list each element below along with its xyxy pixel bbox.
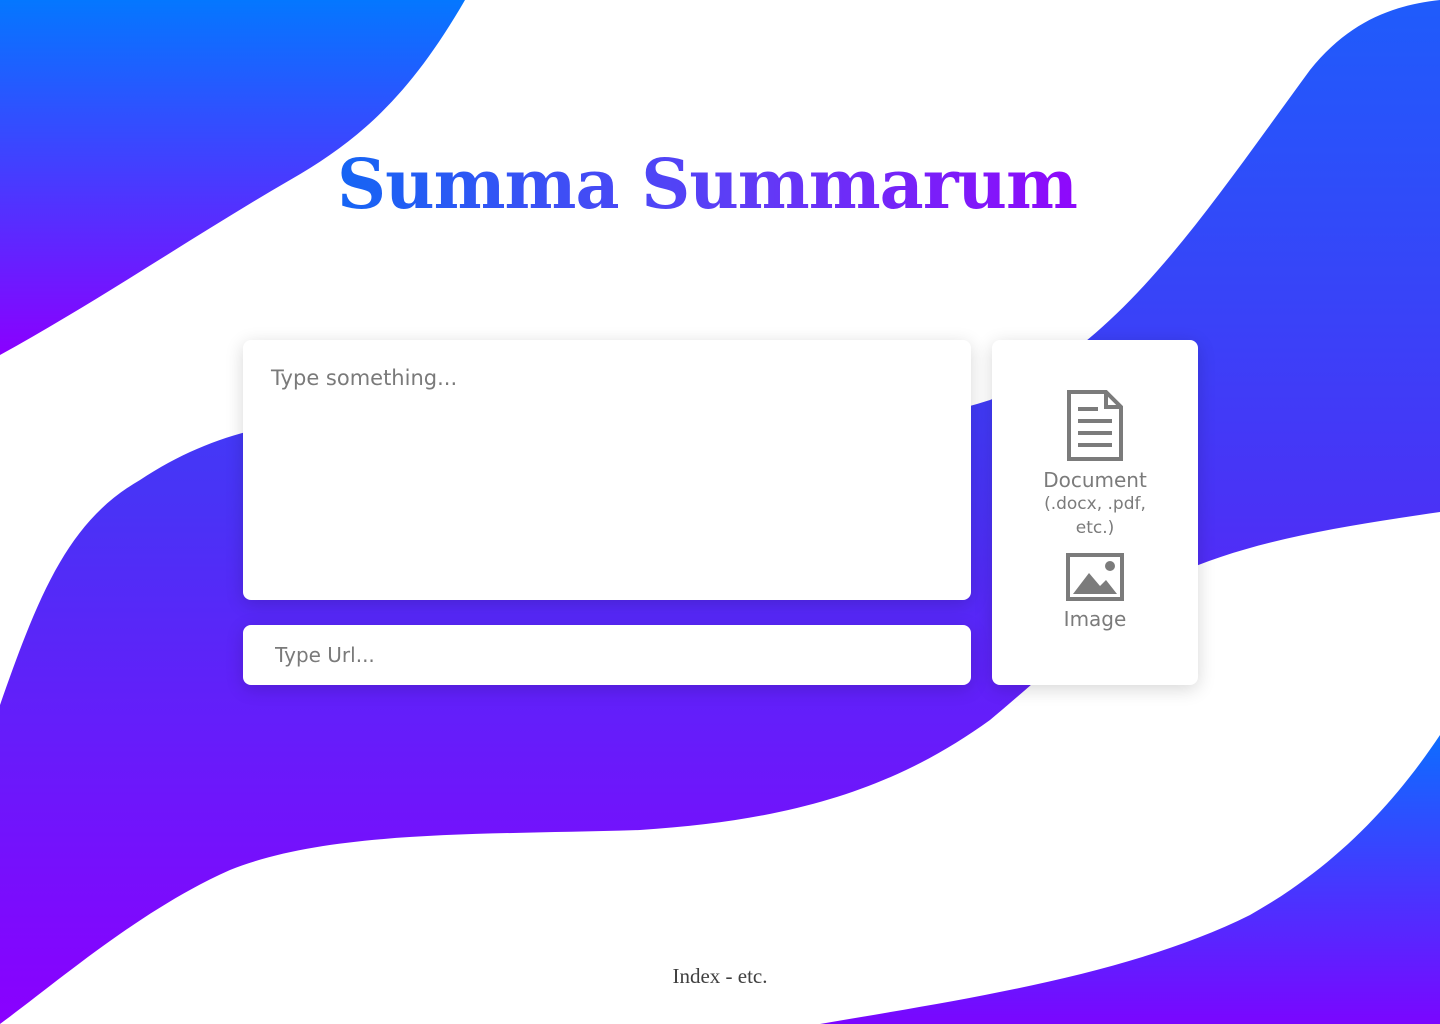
url-input[interactable] (243, 625, 971, 685)
text-input-card (243, 340, 971, 600)
document-icon (1067, 390, 1123, 461)
image-icon (1066, 553, 1124, 601)
upload-image-button[interactable]: Image (992, 553, 1198, 631)
footer-links[interactable]: Index - etc. (0, 964, 1440, 989)
upload-document-button[interactable]: Document (.docx, .pdf, etc.) (992, 390, 1198, 540)
upload-options-card: Document (.docx, .pdf, etc.) Image (992, 340, 1198, 685)
document-formats-label: (.docx, .pdf, etc.) (1044, 494, 1146, 538)
text-input[interactable] (243, 340, 971, 600)
image-label: Image (1063, 607, 1127, 631)
page-title: Summa Summarum (337, 145, 1078, 225)
url-input-card (243, 625, 971, 685)
document-label: Document (1043, 468, 1147, 492)
